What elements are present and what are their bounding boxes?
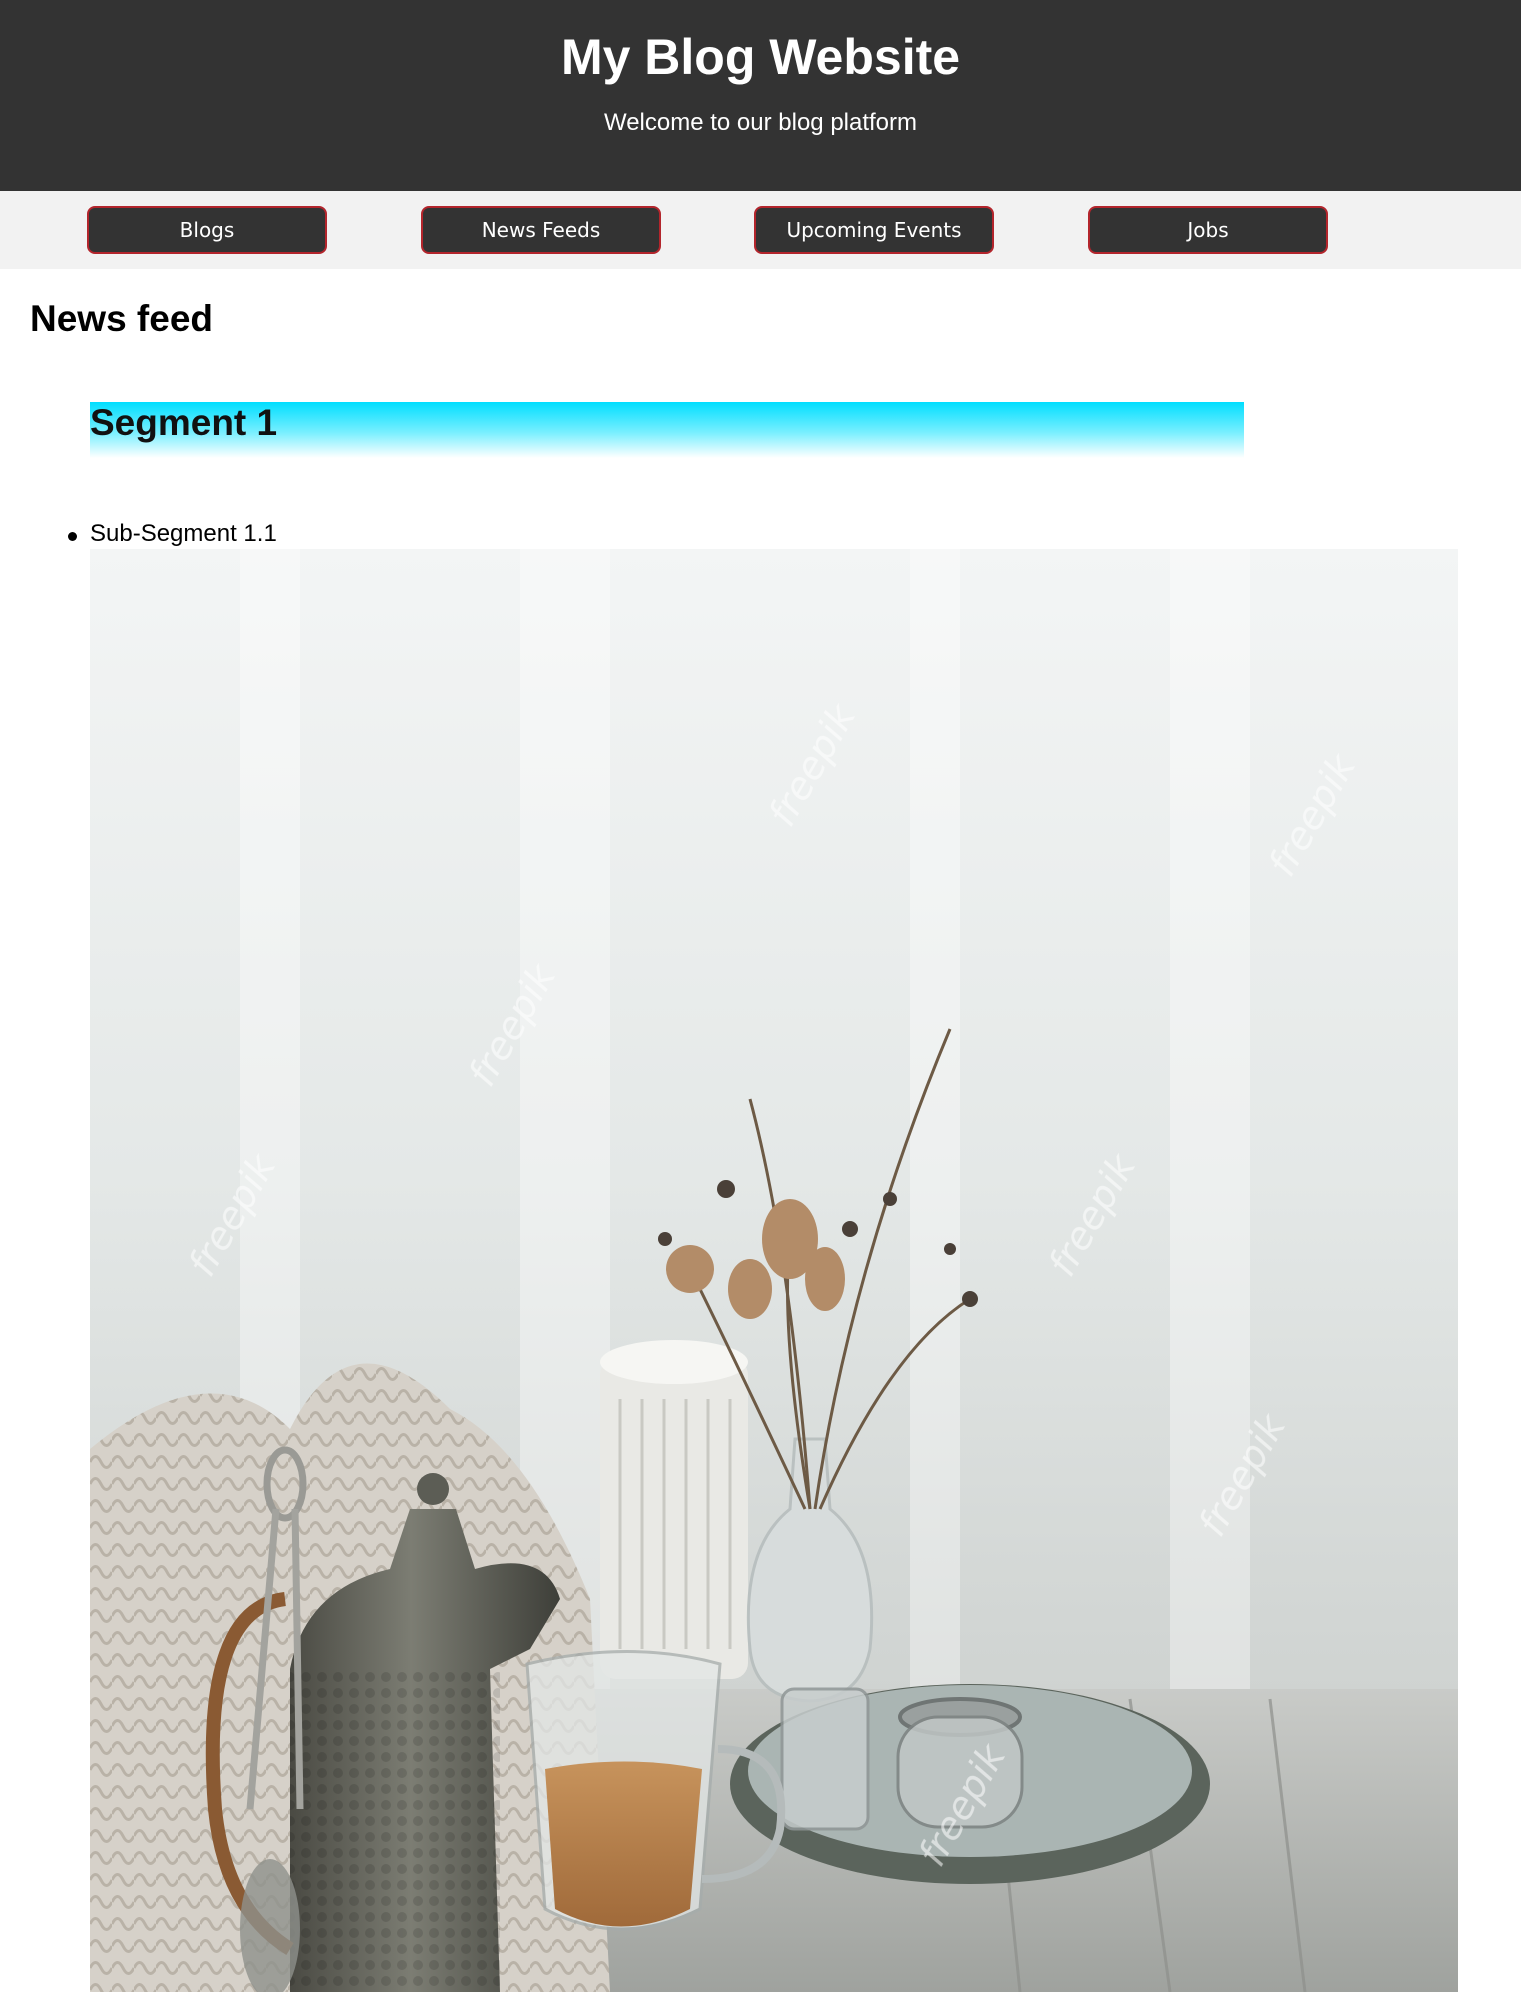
nav-bar: Blogs News Feeds Upcoming Events Jobs — [0, 191, 1521, 269]
news-photo: freepik freepik freepik freepik freepik … — [90, 549, 1458, 1992]
segment-banner: Segment 1 — [90, 402, 1244, 458]
nav-button-jobs[interactable]: Jobs — [1088, 206, 1328, 254]
still-life-illustration: freepik freepik freepik freepik freepik … — [90, 549, 1458, 1992]
site-title: My Blog Website — [560, 29, 961, 85]
nav-button-blogs[interactable]: Blogs — [87, 206, 327, 254]
nav-button-news-feeds[interactable]: News Feeds — [421, 206, 661, 254]
site-tagline: Welcome to our blog platform — [603, 109, 918, 136]
site-header: My Blog Website Welcome to our blog plat… — [0, 0, 1521, 191]
segment-title: Segment 1 — [90, 402, 278, 443]
section-title: News feed — [30, 298, 214, 339]
sub-segment-label: Sub-Segment 1.1 — [90, 520, 277, 547]
nav-button-upcoming-events[interactable]: Upcoming Events — [754, 206, 994, 254]
bullet-icon — [68, 532, 77, 541]
